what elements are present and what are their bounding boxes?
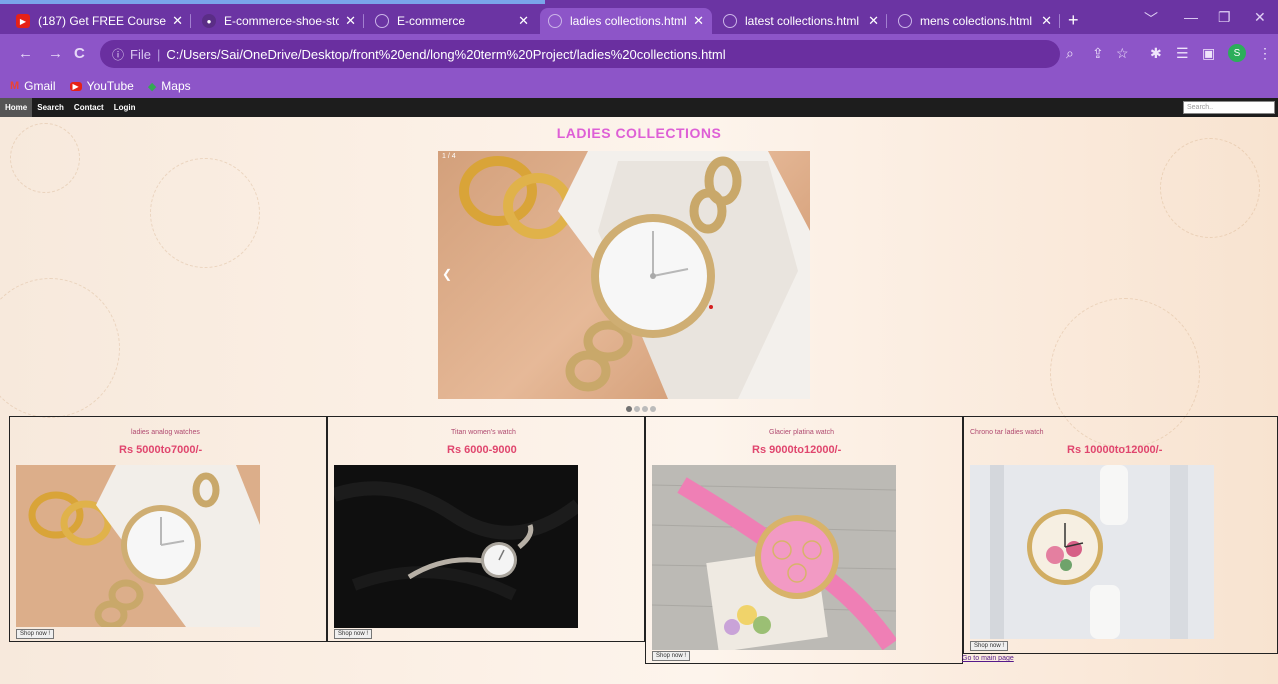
tab-latest-collections[interactable]: latest collections.html ✕ [715,8,887,34]
url-text: C:/Users/Sai/OneDrive/Desktop/front%20en… [166,46,726,62]
product-card: Glacier platina watch Rs 9000to12000/- S… [645,416,963,664]
side-panel-icon[interactable]: ▣ [1202,45,1215,62]
slideshow: 1 / 4 ❮ [438,151,810,399]
gmail-icon: M [10,80,20,92]
nav-login[interactable]: Login [109,98,141,117]
bookmarks-bar: M Gmail ▶ YouTube ◆ Maps [0,74,1278,98]
new-tab-button[interactable]: + [1068,10,1079,31]
nav-contact[interactable]: Contact [69,98,109,117]
tab-title: E-commerce-shoe-store-/ [224,14,340,28]
product-price: Rs 6000-9000 [447,444,517,456]
web-page: Home Search Contact Login Search.. LADIE… [0,98,1278,684]
site-search-input[interactable]: Search.. [1183,101,1275,114]
browser-toolbar: ← → C ⓘ File | C:/Users/Sai/OneDrive/Des… [0,34,1278,74]
youtube-icon: ▶ [69,81,82,91]
slide-prev-button[interactable]: ❮ [442,267,452,281]
scheme-label: File [130,46,151,62]
page-title: LADIES COLLECTIONS [556,125,722,141]
close-icon[interactable]: ✕ [345,13,356,29]
product-image [16,465,260,627]
product-name: Titan women's watch [451,429,516,436]
nav-search[interactable]: Search [32,98,69,117]
back-icon[interactable]: ← [18,45,33,62]
browser-tab-strip: ▶ (187) Get FREE Courses Onl ✕ ● E-comme… [0,0,1278,34]
tab-youtube-courses[interactable]: ▶ (187) Get FREE Courses Onl ✕ [8,8,191,34]
tab-mens-collections[interactable]: mens colections.html ✕ [890,8,1060,34]
decorative-mandala [150,158,260,268]
share-icon[interactable]: ⇪ [1092,45,1104,62]
site-navbar: Home Search Contact Login Search.. [0,98,1278,117]
product-price: Rs 10000to12000/- [1067,444,1163,456]
shop-now-button[interactable]: Shop now ! [652,651,691,661]
slide-dot[interactable] [650,406,656,412]
decorative-mandala [0,278,120,418]
tab-title: E-commerce [397,14,466,28]
tab-ladies-collections[interactable]: ladies collections.html ✕ [540,8,712,34]
slide-dot[interactable] [626,406,632,412]
main-page-link[interactable]: Go to main page [962,655,1014,662]
reload-icon[interactable]: C [74,45,85,62]
tab-ecommerce[interactable]: E-commerce ✕ [367,8,537,34]
globe-icon [375,14,389,28]
address-bar[interactable]: ⓘ File | C:/Users/Sai/OneDrive/Desktop/f… [100,40,1060,68]
product-name: ladies analog watches [131,429,200,436]
info-icon[interactable]: ⓘ [112,46,124,63]
tab-github-repo[interactable]: ● E-commerce-shoe-store-/ ✕ [194,8,364,34]
restore-button[interactable]: ❐ [1218,9,1231,26]
close-icon[interactable]: ✕ [518,13,529,29]
product-price: Rs 5000to7000/- [119,444,203,456]
shop-now-button[interactable]: Shop now ! [16,629,55,639]
slide-dot[interactable] [642,406,648,412]
maps-icon: ◆ [147,80,157,93]
product-price: Rs 9000to12000/- [752,444,842,456]
close-icon[interactable]: ✕ [1041,13,1052,29]
product-card: ladies analog watches Rs 5000to7000/- Sh… [9,416,327,642]
decorative-mandala [1160,138,1260,238]
product-name: Chrono tar ladies watch [970,429,1044,436]
tab-title: latest collections.html [745,14,860,28]
forward-icon[interactable]: → [48,45,63,62]
close-icon[interactable]: ✕ [172,13,183,29]
shop-now-button[interactable]: Shop now ! [334,629,373,639]
youtube-icon: ▶ [16,14,30,28]
tab-title: mens colections.html [920,14,1033,28]
reading-list-icon[interactable]: ☰ [1176,45,1189,62]
bookmark-youtube[interactable]: ▶ YouTube [69,79,134,93]
product-image [652,465,896,650]
product-card: Chrono tar ladies watch Rs 10000to12000/… [963,416,1278,654]
close-icon[interactable]: ✕ [693,13,704,29]
extensions-icon[interactable]: ✱ [1150,45,1162,62]
profile-avatar[interactable]: S [1228,44,1246,62]
close-icon[interactable]: ✕ [868,13,879,29]
shop-now-button[interactable]: Shop now ! [970,641,1009,651]
tab-title: (187) Get FREE Courses Onl [38,14,167,28]
globe-icon [898,14,912,28]
zoom-icon[interactable]: ⌕ [1066,45,1074,62]
slide-image-gold-watch [459,151,810,399]
product-image [334,465,578,628]
bookmark-star-icon[interactable]: ☆ [1116,45,1129,62]
product-card: Titan women's watch Rs 6000-9000 Shop no… [327,416,645,642]
product-name: Glacier platina watch [769,429,834,436]
bookmark-maps[interactable]: ◆ Maps [148,79,191,93]
slide-dot[interactable] [634,406,640,412]
bookmark-gmail[interactable]: M Gmail [10,79,56,93]
slide-indicators [626,406,658,412]
menu-icon[interactable]: ⋮ [1258,45,1272,62]
tab-loading-bar [0,0,545,4]
github-icon: ● [202,14,216,28]
tab-search-icon[interactable]: ﹀ [1144,9,1158,29]
window-close-button[interactable]: ✕ [1254,9,1266,26]
tab-title: ladies collections.html [570,14,687,28]
globe-icon [723,14,737,28]
nav-home[interactable]: Home [0,98,33,117]
globe-icon [548,14,562,28]
minimize-button[interactable]: — [1184,9,1198,25]
slide-counter: 1 / 4 [442,153,456,160]
product-image [970,465,1214,639]
